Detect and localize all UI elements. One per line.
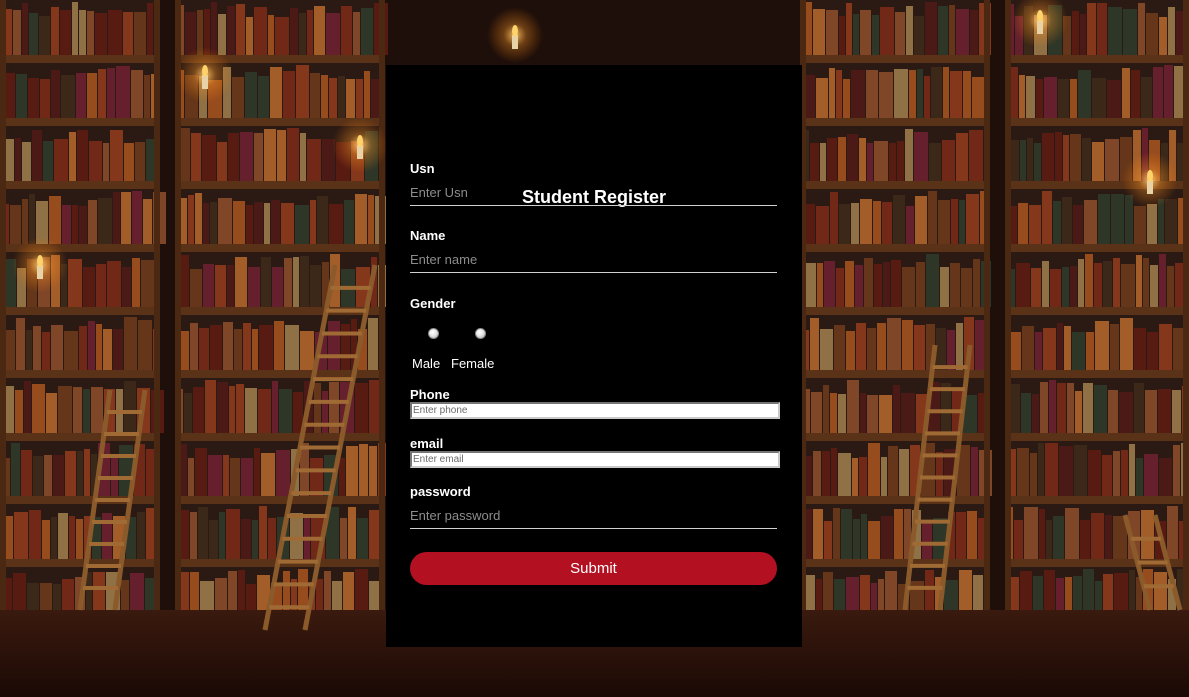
register-form-card: Student Register Usn Name Gender Male Fe… — [386, 65, 802, 647]
phone-label: Phone — [410, 387, 450, 402]
usn-label: Usn — [410, 161, 435, 176]
name-label: Name — [410, 228, 446, 243]
name-input[interactable] — [410, 247, 777, 273]
password-input[interactable] — [410, 503, 777, 529]
gender-female-radio[interactable] — [475, 328, 486, 339]
gender-label: Gender — [410, 296, 456, 311]
password-label: password — [410, 484, 471, 499]
gender-male-radio[interactable] — [428, 328, 439, 339]
phone-input[interactable] — [410, 402, 780, 419]
gender-female-label: Female — [451, 356, 495, 371]
usn-input[interactable] — [410, 180, 777, 206]
email-label: email — [410, 436, 444, 451]
gender-male-label: Male — [412, 356, 441, 371]
email-input[interactable] — [410, 451, 780, 468]
submit-button[interactable]: Submit — [410, 552, 777, 585]
